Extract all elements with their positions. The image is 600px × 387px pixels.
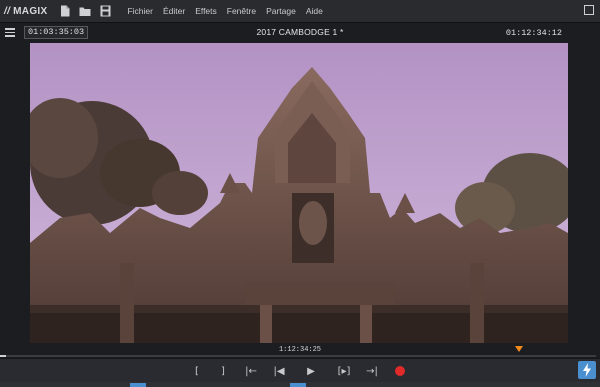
main-menu: Fichier Éditer Effets Fenêtre Partage Ai… xyxy=(127,6,322,16)
record-button[interactable] xyxy=(392,363,408,379)
scrub-track[interactable] xyxy=(4,355,596,357)
scrub-timecode: 1:12:34:25 xyxy=(278,346,321,354)
open-folder-icon[interactable] xyxy=(79,5,91,18)
menu-editer[interactable]: Éditer xyxy=(163,6,185,16)
mark-in-button[interactable]: [ xyxy=(190,363,204,379)
menu-fenetre[interactable]: Fenêtre xyxy=(227,6,256,16)
video-preview-area xyxy=(0,42,600,346)
menu-effets[interactable]: Effets xyxy=(195,6,217,16)
maximize-icon[interactable] xyxy=(584,5,594,15)
new-file-icon[interactable] xyxy=(59,5,71,18)
prev-frame-button[interactable]: |◀ xyxy=(270,363,288,379)
play-button[interactable]: ▶ xyxy=(302,363,320,379)
file-toolbar xyxy=(59,5,111,18)
menu-fichier[interactable]: Fichier xyxy=(127,6,153,16)
menu-partage[interactable]: Partage xyxy=(266,6,296,16)
magix-logo: // MAGIX xyxy=(4,6,47,17)
mark-out-button[interactable]: ] xyxy=(216,363,230,379)
menu-bar: // MAGIX Fichier Éditer Effets Fenêtre P… xyxy=(0,0,600,22)
strip-segment xyxy=(130,383,146,387)
bottom-strip xyxy=(0,382,600,387)
player-header: 01:03:35:03 2017 CAMBODGE 1 * 01:12:34:1… xyxy=(0,22,600,42)
save-icon[interactable] xyxy=(99,5,111,18)
video-frame[interactable] xyxy=(30,43,568,343)
transport-controls: [ ] |← |◀ ▶ [▸] →| xyxy=(0,358,600,382)
playhead-marker[interactable] xyxy=(515,346,524,352)
record-icon xyxy=(395,366,405,376)
next-frame-button[interactable]: [▸] xyxy=(334,363,354,379)
logo-mark: // xyxy=(4,5,11,17)
brand-name: MAGIX xyxy=(13,5,48,17)
strip-segment xyxy=(290,383,306,387)
menu-aide[interactable]: Aide xyxy=(306,6,323,16)
lightning-icon xyxy=(583,363,591,377)
timecode-display-right: 01:12:34:12 xyxy=(505,28,562,38)
scrub-bar[interactable]: 1:12:34:25 xyxy=(0,346,600,358)
next-marker-button[interactable]: →| xyxy=(362,363,382,379)
quick-action-button[interactable] xyxy=(578,361,596,379)
temple-video-image xyxy=(30,43,568,343)
scrub-progress xyxy=(0,355,6,357)
prev-marker-button[interactable]: |← xyxy=(242,363,260,379)
